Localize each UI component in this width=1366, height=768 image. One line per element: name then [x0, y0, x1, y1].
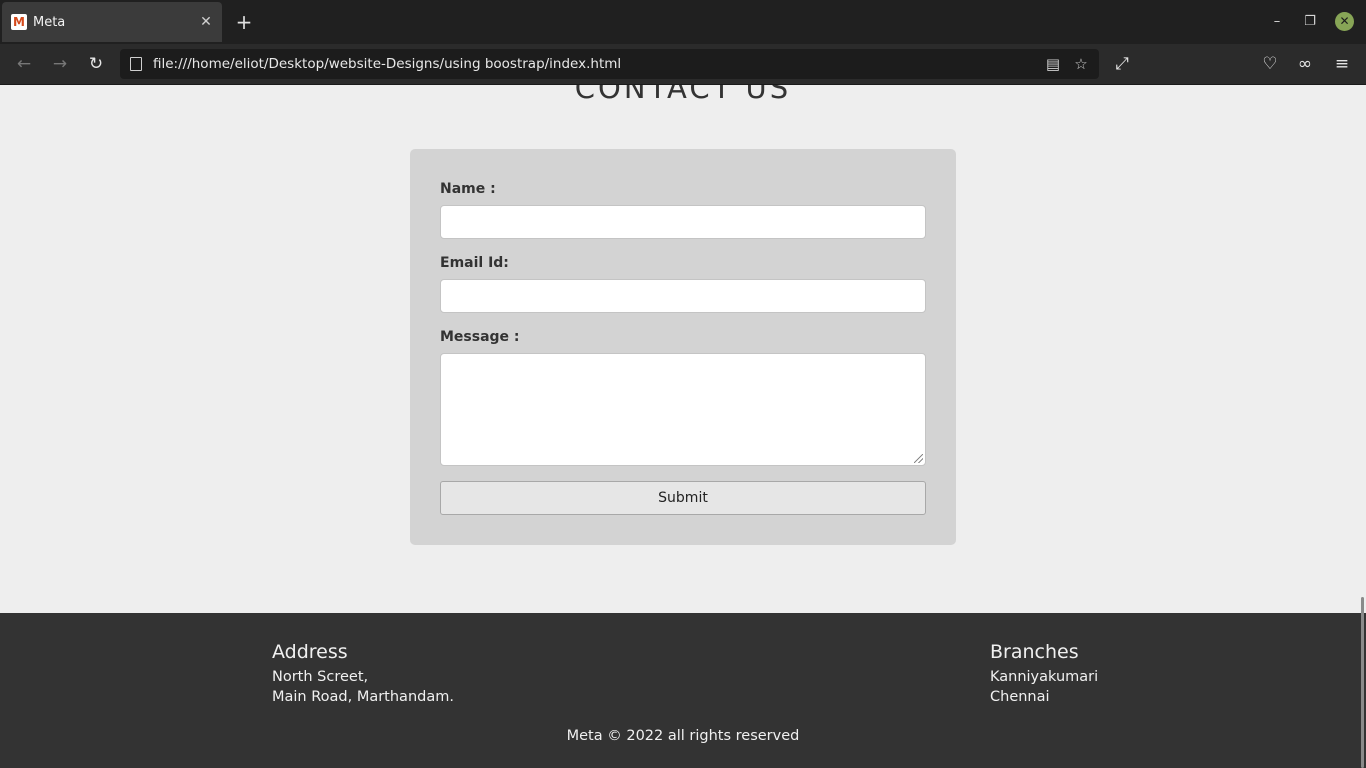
tab-title: Meta — [33, 14, 66, 30]
restore-icon[interactable]: ❐ — [1300, 12, 1320, 32]
address-title: Address — [272, 641, 348, 663]
window-close-icon[interactable]: ✕ — [1335, 12, 1354, 31]
meta-favicon-icon: M — [11, 14, 27, 30]
address-line: Main Road, Marthandam. — [272, 689, 454, 705]
menu-icon[interactable]: ≡ — [1330, 52, 1354, 76]
page-icon — [130, 57, 142, 71]
address-line: North Screet, — [272, 669, 369, 685]
email-input[interactable] — [440, 279, 926, 313]
forward-icon[interactable]: → — [48, 52, 72, 76]
contact-heading: CONTACT US — [574, 85, 792, 105]
message-textarea[interactable] — [440, 353, 926, 466]
bookmark-star-icon[interactable]: ☆ — [1071, 55, 1091, 73]
branches-title: Branches — [990, 641, 1079, 663]
submit-button[interactable]: Submit — [440, 481, 926, 515]
minimize-icon[interactable]: – — [1267, 12, 1287, 32]
branch-item: Kanniyakumari — [990, 669, 1099, 685]
url-text[interactable]: file:///home/eliot/Desktop/website-Desig… — [153, 56, 1043, 72]
footer-branches: Branches Kanniyakumari Chennai — [990, 641, 1098, 707]
message-label: Message : — [440, 329, 520, 345]
private-mask-icon[interactable]: ∞ — [1293, 52, 1317, 76]
url-bar[interactable]: file:///home/eliot/Desktop/website-Desig… — [120, 49, 1099, 79]
contact-form-card: Name : Email Id: Message : Submit — [410, 149, 956, 545]
browser-tab[interactable]: M Meta ✕ — [2, 2, 222, 42]
page-content: CONTACT US Name : Email Id: Message : Su… — [0, 85, 1366, 768]
copyright: Meta © 2022 all rights reserved — [566, 728, 800, 744]
browser-nav-bar: ← → ↻ file:///home/eliot/Desktop/website… — [0, 44, 1366, 85]
reader-view-icon[interactable]: ▤ — [1043, 55, 1063, 73]
reload-icon[interactable]: ↻ — [84, 52, 108, 76]
name-label: Name : — [440, 181, 496, 197]
browser-tab-bar: M Meta ✕ + – ❐ ✕ — [0, 0, 1366, 44]
back-icon[interactable]: ← — [12, 52, 36, 76]
name-input[interactable] — [440, 205, 926, 239]
resize-grip-icon[interactable] — [914, 454, 923, 463]
new-tab-icon[interactable]: + — [232, 10, 256, 34]
footer: Address North Screet, Main Road, Marthan… — [0, 613, 1366, 768]
pocket-icon[interactable]: ♡ — [1258, 52, 1282, 76]
fullscreen-icon[interactable]: ⤢ — [1110, 52, 1134, 76]
branch-item: Chennai — [990, 689, 1050, 705]
close-tab-icon[interactable]: ✕ — [194, 14, 218, 30]
email-label: Email Id: — [440, 255, 509, 271]
scrollbar[interactable] — [1361, 597, 1364, 768]
footer-address: Address North Screet, Main Road, Marthan… — [272, 641, 454, 707]
